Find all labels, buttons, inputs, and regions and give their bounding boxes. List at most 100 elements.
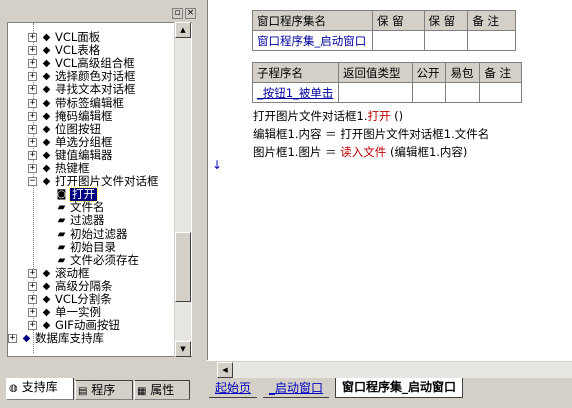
plus-box-icon[interactable]: + [28,308,37,318]
assembly-name-cell[interactable]: 窗口程序集_启动窗口 [252,30,373,51]
tab-support-library[interactable]: ◍ 支持库 [6,378,74,400]
method-icon: ◙ [56,189,67,201]
plus-box-icon[interactable]: + [28,111,37,121]
tab-startup-window[interactable]: _启动窗口 [263,380,330,398]
plus-box-icon[interactable]: + [28,137,37,147]
editor-margin: ↓ [208,0,226,360]
component-icon: ◆ [42,149,51,161]
tab-window-assembly[interactable]: 窗口程序集_启动窗口 [335,378,464,398]
tree-item-label: 选择颜色对话框 [55,69,136,84]
tree-item[interactable]: − ◆ 打开图片文件对话框 [8,175,178,188]
code-line-1[interactable]: 打开图片文件对话框1.打开 () [253,108,403,124]
plus-box-icon[interactable]: + [28,98,37,108]
plus-box-icon[interactable]: + [28,33,37,42]
plus-box-icon[interactable]: + [28,72,37,82]
tree-item-label: VCL表格 [55,43,101,58]
tree-item-label: 滚动框 [55,265,90,280]
plus-box-icon[interactable]: + [28,46,37,56]
table-cell[interactable] [411,82,447,103]
blue-down-arrow-icon: ↓ [212,158,223,172]
tree-item-label: 掩码编辑框 [55,108,113,123]
tree-item-label: 数据库支持库 [35,331,104,346]
tree-item[interactable]: + ◆ 单一实例 [8,306,178,319]
tree-item[interactable]: ▰ 文件名 [8,201,178,214]
component-icon: ◆ [42,320,51,332]
tree-item[interactable]: ◙ 打开 [8,187,178,203]
property-icon: ▰ [57,254,66,266]
plus-box-icon[interactable]: + [28,124,37,134]
tree-item-label: 位图按钮 [55,121,101,136]
tree-item[interactable]: + ◆ 高级分隔条 [8,279,178,293]
tree-item[interactable]: ▰ 初始目录 [8,240,178,254]
code-line-2[interactable]: 编辑框1.内容 ＝ 打开图片文件对话框1.文件名 [253,126,489,142]
plus-box-icon[interactable]: + [28,150,37,160]
plus-box-icon[interactable]: + [28,281,37,291]
table-cell[interactable] [423,30,469,51]
header-reserved: 保 留 [371,10,425,31]
plus-box-icon[interactable]: + [28,295,37,304]
tree-item[interactable]: + ◆ 选择颜色对话框 [8,70,178,83]
header-remark: 备 注 [467,10,516,31]
tree-item[interactable]: + ◆ 键值编辑器 [8,148,178,162]
editor-horizontal-scrollbar[interactable]: ◀ [207,360,572,378]
editor-pane: ↓ 窗口程序集名 保 留 保 留 备 注 窗口程序集_启动窗口 子程序名 返回值… [207,0,572,408]
tree-item[interactable]: + ◆ VCL高级组合框 [8,57,178,70]
tree-item[interactable]: + ◆ VCL表格 [8,44,178,57]
plus-box-icon[interactable]: + [28,164,37,173]
tree-item-label: 文件名 [70,200,105,215]
plus-box-icon[interactable]: + [28,85,37,95]
window-assembly-table: 窗口程序集名 保 留 保 留 备 注 窗口程序集_启动窗口 [252,10,516,51]
component-icon: ◆ [42,176,51,188]
tree-item[interactable]: + ◆ 滚动框 [8,265,178,280]
tree-item[interactable]: ▰ 过滤器 [8,214,178,227]
component-icon: ◆ [42,294,51,305]
tab-program[interactable]: ▤ 程序 [75,380,133,400]
code-line-3[interactable]: 图片框1.图片 ＝ 读入文件 (编辑框1.内容) [253,144,467,160]
code-editor[interactable]: ↓ 窗口程序集名 保 留 保 留 备 注 窗口程序集_启动窗口 子程序名 返回值… [207,0,572,360]
header-assembly-name: 窗口程序集名 [252,10,373,31]
plus-box-icon[interactable]: + [8,334,17,344]
plus-box-icon[interactable]: + [28,321,37,331]
table-cell[interactable] [371,30,425,51]
subroutine-name-cell[interactable]: _按钮1_被单击 [252,82,339,103]
minus-box-icon[interactable]: − [28,177,37,187]
tab-start-page[interactable]: 起始页 [209,380,258,398]
tree-item[interactable]: + ◆ VCL面板 [8,31,178,44]
table-cell[interactable] [479,82,522,103]
plus-box-icon[interactable]: + [28,268,37,278]
tree-vertical-scrollbar[interactable]: ▲ ▼ [174,22,191,357]
tree-item[interactable]: + ◆ 数据库支持库 [8,332,178,345]
tree-item[interactable]: + ◆ VCL分割条 [8,293,178,306]
tree-item[interactable]: + ◆ 热键框 [8,162,178,175]
scroll-track[interactable] [233,362,572,378]
table-cell[interactable] [445,82,481,103]
scroll-thumb[interactable] [175,232,191,302]
tab-properties[interactable]: ▦ 属性 [134,380,190,400]
component-icon: ◆ [42,58,51,70]
component-icon: ◆ [42,163,51,174]
scroll-up-icon[interactable]: ▲ [175,22,191,38]
tree-item[interactable]: + ◆ 带标签编辑框 [8,96,178,110]
close-pane-icon[interactable]: × [185,8,196,19]
property-icon: ▰ [57,215,66,227]
tree-item-label: VCL分割条 [55,292,112,306]
tree-item[interactable]: + ◆ 寻找文本对话框 [8,83,178,96]
scroll-left-icon[interactable]: ◀ [217,362,233,378]
tree-item-label: GIF动画按钮 [55,318,120,333]
tree-item[interactable]: ▰ 文件必须存在 [8,253,178,267]
tree-item[interactable]: + ◆ GIF动画按钮 [8,319,178,332]
restore-pane-icon[interactable]: ▫ [172,8,183,19]
plus-box-icon[interactable]: + [28,59,37,69]
tree-item[interactable]: + ◆ 单选分组框 [8,135,178,149]
table-cell[interactable] [337,82,413,103]
table-cell[interactable] [467,30,516,51]
header-public: 公开 [411,62,447,83]
property-icon: ▰ [57,241,66,253]
tree-item-label: 打开图片文件对话框 [55,174,159,189]
scroll-down-icon[interactable]: ▼ [175,341,191,357]
tree-item[interactable]: ▰ 初始过滤器 [8,227,178,241]
library-tree[interactable]: + ◆ VCL面板 + ◆ VCL表格 + ◆ VCL高级组合框 + ◆ 选择颜色对话框 + ◆ 寻找文本对… [7,22,192,357]
tree-item[interactable]: + ◆ 掩码编辑框 [8,108,178,123]
property-icon: ▰ [57,202,66,214]
tree-item[interactable]: + ◆ 位图按钮 [8,121,178,136]
